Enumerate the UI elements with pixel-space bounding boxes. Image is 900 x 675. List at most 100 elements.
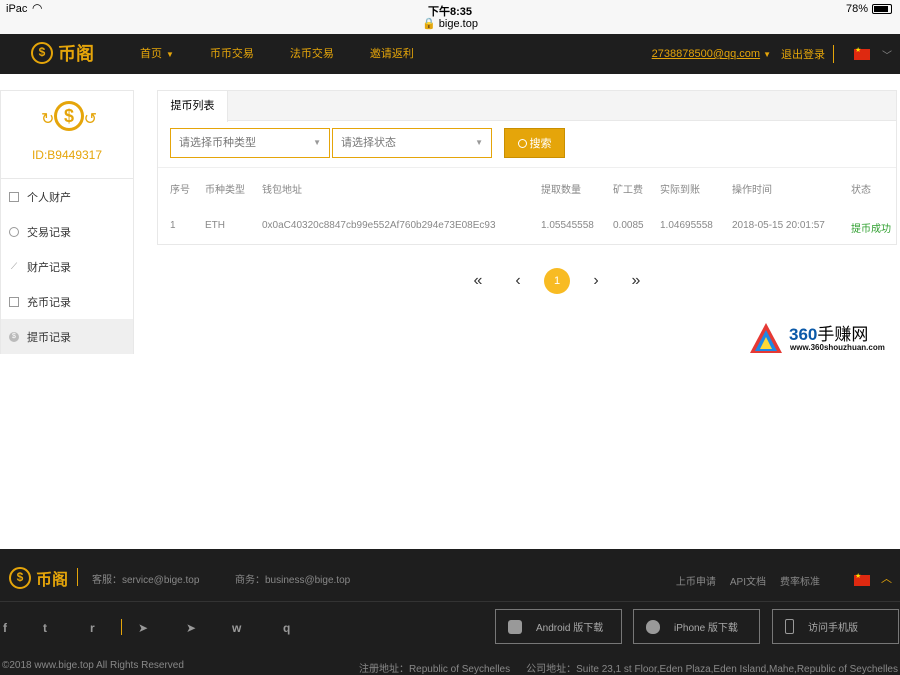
facebook-icon[interactable]: f xyxy=(3,621,7,635)
mobile-site-button[interactable]: 访问手机版 xyxy=(772,609,899,644)
nav-referral[interactable]: 邀请返利 xyxy=(370,34,414,74)
copyright: ©2018 www.bige.top All Rights Reserved xyxy=(2,660,184,671)
sidebar-item-trade-records[interactable]: 交易记录 xyxy=(1,214,133,249)
telegram-icon[interactable]: ➤ xyxy=(138,621,148,635)
logout-link[interactable]: 退出登录 xyxy=(781,46,825,62)
search-button[interactable]: 搜索 xyxy=(504,128,565,158)
cell-index: 1 xyxy=(170,220,176,231)
coin-type-placeholder: 请选择币种类型 xyxy=(179,137,256,149)
top-navbar: 币阁 首页 ▼ 币币交易 法币交易 邀请返利 2738878500@qq.com … xyxy=(0,34,900,74)
watermark-title-text: 手赚网 xyxy=(817,325,869,344)
address-bar[interactable]: 🔒 bige.top xyxy=(0,17,900,30)
col-header-fee: 矿工费 xyxy=(613,185,643,196)
watermark-title: 360手赚网 xyxy=(789,320,868,345)
nav-divider xyxy=(833,45,834,63)
business-email[interactable]: 商务：business@bige.top xyxy=(235,571,350,586)
status-select[interactable]: 请选择状态 ▼ xyxy=(332,128,492,158)
office-address: 公司地址：Suite 23,1 st Floor,Eden Plaza,Eden… xyxy=(526,664,898,675)
status-placeholder: 请选择状态 xyxy=(341,137,396,149)
nav-fiat-trading[interactable]: 法币交易 xyxy=(290,34,334,74)
watermark: 360手赚网 www.360shouzhuan.com xyxy=(749,320,897,356)
social-divider xyxy=(121,619,122,635)
sidebar-item-withdraw-records[interactable]: $ 提币记录 xyxy=(1,319,133,354)
withdraw-list-panel: 提币列表 请选择币种类型 ▼ 请选择状态 ▼ 搜索 序号 币种类型 钱包地址 提… xyxy=(157,90,897,245)
brand-logo[interactable]: 币阁 xyxy=(24,40,94,66)
wallet-icon xyxy=(9,191,19,202)
registered-address: 注册地址：Republic of Seychelles xyxy=(358,664,511,675)
ios-status-bar: iPac ◠ 下午8:35 🔒 bige.top 78% xyxy=(0,0,900,34)
coin-logo-icon: ↻ $ ↺ xyxy=(41,99,97,141)
chevron-down-icon[interactable]: ﹀ xyxy=(882,47,892,62)
pagination: « ‹ 1 › » xyxy=(458,268,656,294)
footer-link-api[interactable]: API文档 xyxy=(730,573,766,588)
sidebar-item-label: 提币记录 xyxy=(27,331,71,344)
footer-divider-line xyxy=(0,601,900,602)
apple-icon xyxy=(646,619,660,634)
nav-user-area: 2738878500@qq.com ▼ 退出登录 ﹀ xyxy=(652,34,900,74)
nav-home-label: 首页 xyxy=(140,48,162,60)
qq-icon[interactable]: q xyxy=(283,621,290,635)
sidebar-profile: ↻ $ ↺ ID:B9449317 xyxy=(1,91,133,179)
chart-icon: ⟋ xyxy=(10,261,18,271)
search-icon xyxy=(517,139,527,148)
deposit-icon xyxy=(9,296,19,307)
first-page-button[interactable]: « xyxy=(465,272,491,290)
cell-received: 1.04695558 xyxy=(660,220,713,231)
footer-logo[interactable]: 币阁 xyxy=(2,565,68,591)
col-header-coin: 币种类型 xyxy=(205,185,245,196)
china-flag-icon[interactable] xyxy=(854,46,870,60)
sidebar-item-label: 交易记录 xyxy=(27,226,71,239)
trade-icon xyxy=(9,226,19,237)
iphone-download-button[interactable]: iPhone 版下载 xyxy=(633,609,760,644)
nav-coin-trading[interactable]: 币币交易 xyxy=(210,34,254,74)
sidebar-item-deposit-records[interactable]: 充币记录 xyxy=(1,284,133,319)
reddit-icon[interactable]: r xyxy=(90,621,95,635)
footer-link-fees[interactable]: 费率标准 xyxy=(780,573,820,588)
sidebar-item-label: 个人财产 xyxy=(27,191,71,204)
cell-fee: 0.0085 xyxy=(613,220,644,231)
watermark-logo-icon xyxy=(750,323,782,353)
divider xyxy=(158,167,896,168)
coin-type-select[interactable]: 请选择币种类型 ▼ xyxy=(170,128,330,158)
nav-home[interactable]: 首页 ▼ xyxy=(140,34,174,74)
sidebar-item-asset-records[interactable]: ⟋ 财产记录 xyxy=(1,249,133,284)
tab-withdraw-list[interactable]: 提币列表 xyxy=(158,91,228,122)
search-button-label: 搜索 xyxy=(529,138,552,150)
col-header-amount: 提取数量 xyxy=(541,185,581,196)
android-download-button[interactable]: Android 版下载 xyxy=(495,609,622,644)
support-email[interactable]: 客服：service@bige.top xyxy=(92,571,199,586)
caret-down-icon: ▼ xyxy=(166,50,174,59)
wechat-icon[interactable]: w xyxy=(232,621,241,635)
battery-icon xyxy=(872,4,892,14)
mobile-site-label: 访问手机版 xyxy=(808,623,858,634)
next-page-button[interactable]: › xyxy=(583,272,609,290)
caret-down-icon[interactable]: ▼ xyxy=(763,50,771,59)
col-header-received: 实际到账 xyxy=(660,185,700,196)
sidebar-item-assets[interactable]: 个人财产 xyxy=(1,179,133,214)
site-footer: 币阁 客服：service@bige.top 商务：business@bige.… xyxy=(0,549,900,675)
col-header-time: 操作时间 xyxy=(732,185,772,196)
iphone-download-label: iPhone 版下载 xyxy=(674,623,738,634)
chevron-up-icon[interactable]: ︿ xyxy=(881,570,892,586)
china-flag-icon[interactable] xyxy=(854,572,870,586)
col-header-status: 状态 xyxy=(851,185,871,196)
user-id: ID:B9449317 xyxy=(31,148,103,162)
sidebar-item-label: 财产记录 xyxy=(27,261,71,274)
page-1-button[interactable]: 1 xyxy=(544,268,570,294)
footer-link-listing[interactable]: 上币申请 xyxy=(676,573,716,588)
brand-name: 币阁 xyxy=(36,572,69,589)
last-page-button[interactable]: » xyxy=(623,272,649,290)
tab-bar: 提币列表 xyxy=(158,91,896,122)
twitter-icon[interactable]: t xyxy=(43,621,47,635)
prev-page-button[interactable]: ‹ xyxy=(505,272,531,290)
telegram-icon[interactable]: ➤ xyxy=(186,621,196,635)
main-nav: 首页 ▼ 币币交易 法币交易 邀请返利 xyxy=(140,34,450,74)
footer-links: 上币申请 API文档 费率标准 xyxy=(662,573,820,588)
addresses: 注册地址：Republic of Seychelles 公司地址：Suite 23… xyxy=(343,660,898,675)
android-icon xyxy=(508,619,522,634)
user-email-link[interactable]: 2738878500@qq.com xyxy=(652,48,760,60)
footer-divider xyxy=(77,568,78,586)
account-sidebar: ↻ $ ↺ ID:B9449317 个人财产 交易记录 ⟋ 财产记录 充币记录 … xyxy=(0,90,134,354)
cell-coin: ETH xyxy=(205,220,225,231)
android-download-label: Android 版下载 xyxy=(536,623,604,634)
